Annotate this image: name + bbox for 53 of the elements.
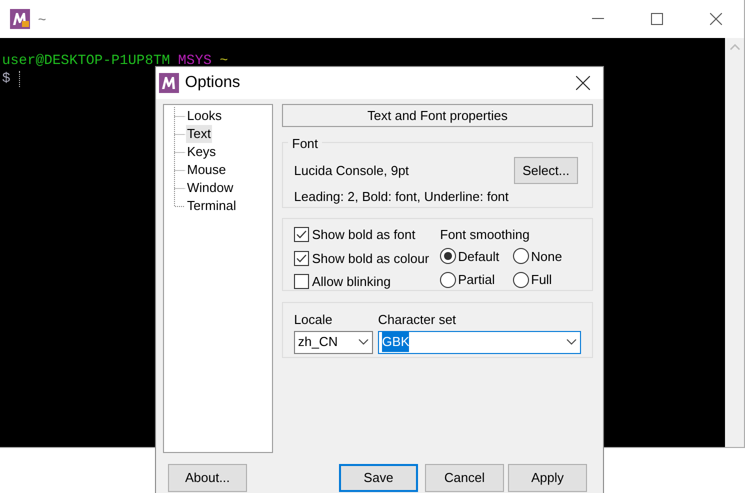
prompt-text: $ [2,70,10,88]
terminal-text: user@DESKTOP-P1UP8TM [2,52,170,70]
checkbox-label: Allow blinking [312,273,391,291]
tree-line-icon [174,161,186,179]
tree-line-icon [174,125,186,143]
close-icon[interactable] [710,13,722,25]
dialog-button[interactable]: Apply [508,464,587,492]
radio-label: Partial [458,271,495,289]
charset-dropdown[interactable]: GBK [378,330,581,354]
section-header: Text and Font properties [282,104,593,127]
close-icon[interactable] [576,76,590,90]
tree-line-icon [174,143,186,161]
window-title: ~ [38,10,46,28]
minimize-icon[interactable] [592,18,604,20]
dialog-button[interactable]: Save [339,464,418,492]
radio-button[interactable] [513,248,529,264]
radio-label: Full [531,271,552,289]
group-label: Font smoothing [440,226,531,244]
caret-icon [566,339,577,345]
tree-item[interactable]: Terminal [186,197,238,215]
tree-item[interactable]: Text [186,125,212,143]
checkbox[interactable] [294,250,309,266]
app-logo-icon [159,73,179,93]
dialog-button[interactable]: About... [168,464,247,492]
tree-item[interactable]: Window [186,179,234,197]
checkbox-label: Show bold as font [312,226,416,244]
scrollbar[interactable] [725,38,744,447]
cursor-icon [19,71,20,87]
select-button[interactable]: Select... [514,157,578,184]
terminal-text: ~ [220,52,228,70]
dialog-title: Options [185,73,240,93]
tree-item[interactable]: Mouse [186,161,228,179]
maximize-icon[interactable] [651,13,663,25]
tree-line-icon [174,107,186,125]
locale-dropdown[interactable]: zh_CN [294,330,373,354]
radio-label: None [531,248,562,266]
checkbox[interactable] [294,227,309,242]
app-logo-icon [10,9,30,29]
font-name: Lucida Console, 9pt [294,162,409,180]
caret-icon [358,339,369,345]
checkbox-label: Show bold as colour [312,250,430,268]
checkbox[interactable] [294,274,309,290]
radio-button[interactable] [513,272,529,288]
radio-label: Default [458,248,500,266]
tree-item[interactable]: Keys [186,143,217,161]
radio-button[interactable] [440,272,456,288]
field-label: Locale [294,311,334,329]
field-label: Character set [378,311,458,329]
font-details: Leading: 2, Bold: font, Underline: font [294,188,510,206]
dialog-button[interactable]: Cancel [425,464,504,492]
radio-button[interactable] [440,248,456,264]
terminal-text: MSYS [178,52,212,70]
tree-item[interactable]: Looks [186,107,223,125]
